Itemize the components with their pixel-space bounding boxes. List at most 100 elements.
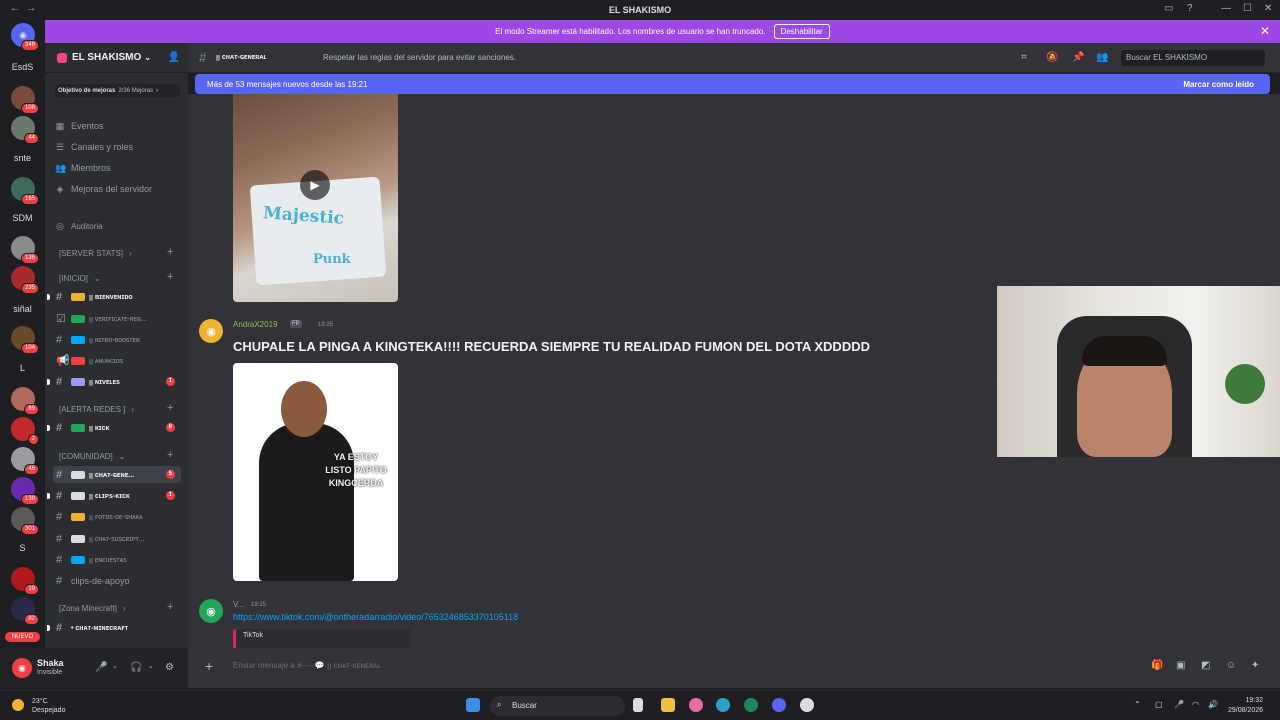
weather-widget[interactable]: 23°C Despejado: [12, 697, 65, 715]
chevron-down-icon[interactable]: ⌄: [112, 662, 118, 670]
guild-icon[interactable]: 235: [11, 266, 39, 294]
avatar[interactable]: ◉: [199, 319, 223, 343]
microphone-icon[interactable]: 🎤: [95, 662, 107, 673]
server-header[interactable]: EL SHAKISMO ⌄ 👤: [45, 43, 188, 73]
threads-icon[interactable]: ⌗: [1021, 52, 1027, 63]
new-messages-bar[interactable]: Más de 53 mensajes nuevos desde las 19:2…: [195, 74, 1270, 94]
add-channel-icon[interactable]: +: [167, 601, 173, 613]
category-inicio[interactable]: [INICIO] ⌄: [59, 274, 101, 283]
edge-icon[interactable]: [716, 698, 730, 712]
guild-icon[interactable]: 136: [11, 236, 39, 264]
guild-icon[interactable]: 108: [11, 86, 39, 114]
guild-s[interactable]: S: [0, 543, 45, 553]
close-icon[interactable]: ✕: [1260, 24, 1270, 38]
new-badge[interactable]: NUEVO: [5, 632, 40, 642]
guild-icon[interactable]: 301: [11, 507, 39, 535]
avatar[interactable]: ◉: [199, 599, 223, 623]
search-input[interactable]: Buscar EL SHAKISMO: [1121, 50, 1265, 66]
guild-icon[interactable]: 138: [11, 477, 39, 505]
channel-nitro-booster[interactable]: # ꞁꞁ ɴɪᴛʀᴏ-ʙᴏᴏsᴛᴇʀ: [53, 331, 181, 348]
guild-icon[interactable]: 2: [11, 417, 39, 445]
add-channel-icon[interactable]: +: [167, 402, 173, 414]
add-user-icon[interactable]: 👤: [168, 52, 180, 63]
mark-as-read-button[interactable]: Marcar como leído: [1183, 80, 1254, 89]
audit-item[interactable]: ◎ Auditoria: [55, 218, 103, 234]
network-icon[interactable]: ◠: [1192, 700, 1199, 709]
message-author[interactable]: AndraX2019: [233, 320, 277, 329]
guild-esds[interactable]: EsdS: [0, 62, 45, 72]
channel-clips-de-apoyo[interactable]: # clips-de-apoyo: [53, 572, 181, 589]
discord-home-icon[interactable]: ◉ 348: [11, 23, 39, 51]
channel-fotos-de-shaka[interactable]: # ꞁꞁ ꜰᴏᴛᴏs-ᴅᴇ-sʜᴀᴋᴀ: [53, 508, 181, 525]
microphone-icon[interactable]: 🎤: [1174, 700, 1184, 709]
channel-chat-minecraft[interactable]: # • ᴄʜᴀᴛ-ᴍɪɴᴇᴄʀᴀꜰᴛ: [47, 619, 181, 636]
chevron-down-icon[interactable]: ⌄: [148, 662, 154, 670]
message-author[interactable]: V...: [233, 600, 244, 609]
clock[interactable]: 19:32 29/08/2026: [1228, 696, 1263, 716]
video-attachment[interactable]: Majestic Punk ▶: [233, 94, 398, 302]
guild-icon[interactable]: 104: [11, 326, 39, 354]
category-alerta-redes[interactable]: [ALERTA REDES ] ›: [59, 405, 134, 414]
link-embed[interactable]: TikTok: [233, 629, 411, 648]
taskbar-search[interactable]: ⌕ Buscar: [490, 696, 625, 716]
file-explorer-icon[interactable]: [661, 698, 675, 712]
channel-clips-kick[interactable]: # ꞁꞁ ᴄʟɪᴘs-ᴋɪᴄᴋ 1: [47, 487, 181, 504]
app-icon[interactable]: [744, 698, 758, 712]
category-comunidad[interactable]: [COMUNIDAD] ⌄: [59, 452, 125, 461]
channel-kick[interactable]: # ꞁꞁ ᴋɪᴄᴋ 6: [47, 419, 181, 436]
message-input[interactable]: Enviar mensaje a #-----💬 ꞁꞁ ᴄʜᴀᴛ-ɢᴇɴᴇʀᴀʟ: [233, 661, 381, 670]
sticker-icon[interactable]: ◩: [1201, 660, 1210, 671]
gif-icon[interactable]: ▣: [1176, 660, 1185, 671]
inbox-icon[interactable]: ▭: [1164, 3, 1173, 14]
guild-snte[interactable]: snte: [0, 153, 45, 163]
headphones-icon[interactable]: 🎧: [130, 662, 142, 673]
channels-roles-item[interactable]: ☰ Canales y roles: [55, 139, 133, 155]
channel-verificate[interactable]: ☑ ꞁꞁ ᴠᴇʀɪꜰɪᴄᴀᴛᴇ-ʀᴇɢ...: [53, 310, 181, 327]
message-link[interactable]: https://www.tiktok.com/@ontheradarradio/…: [233, 612, 518, 622]
discord-icon[interactable]: [772, 698, 786, 712]
minimize-icon[interactable]: —: [1221, 3, 1231, 14]
help-icon[interactable]: ?: [1187, 3, 1193, 14]
channel-chat-general[interactable]: # ꞁꞁ ᴄʜᴀᴛ-ɢᴇɴᴇ... 5: [53, 466, 181, 483]
apps-icon[interactable]: ✦: [1251, 660, 1259, 671]
guild-icon[interactable]: 46: [11, 447, 39, 475]
notifications-off-icon[interactable]: 🔕: [1046, 52, 1058, 63]
guild-sinal[interactable]: siñal: [0, 304, 45, 314]
volume-icon[interactable]: 🔊: [1208, 700, 1218, 709]
start-icon[interactable]: [466, 698, 480, 712]
channel-encuestas[interactable]: # ꞁꞁ ᴇɴᴄᴜᴇsᴛᴀs: [53, 551, 181, 568]
copilot-icon[interactable]: [689, 698, 703, 712]
add-attachment-icon[interactable]: +: [205, 658, 213, 674]
gear-icon[interactable]: ⚙: [165, 662, 174, 673]
channel-niveles[interactable]: # ꞁꞁ ɴɪᴠᴇʟᴇs 1: [47, 373, 181, 390]
guild-icon[interactable]: 82: [11, 597, 39, 625]
guild-sdm[interactable]: SDM: [0, 213, 45, 223]
guild-l[interactable]: L: [0, 363, 45, 373]
guild-icon[interactable]: 44: [11, 116, 39, 144]
members-item[interactable]: 👥 Miembros: [55, 160, 111, 176]
avatar[interactable]: ◉: [12, 658, 32, 678]
maximize-icon[interactable]: ☐: [1243, 3, 1252, 14]
member-list-icon[interactable]: 👥: [1096, 52, 1108, 63]
task-view-icon[interactable]: [633, 698, 643, 712]
add-channel-icon[interactable]: +: [167, 246, 173, 258]
gift-icon[interactable]: 🎁: [1151, 660, 1163, 671]
channel-topic[interactable]: Respetar las reglas del servidor para ev…: [323, 53, 516, 62]
pin-icon[interactable]: 📌: [1072, 52, 1084, 63]
emoji-icon[interactable]: ☺: [1226, 660, 1236, 671]
category-server-stats[interactable]: [SERVER STATS] ›: [59, 249, 132, 258]
server-boost-item[interactable]: ◈ Mejoras del servidor: [55, 181, 153, 197]
channel-bienvenido[interactable]: # ꞁꞁ ʙɪᴇɴᴠᴇɴɪᴅᴏ: [47, 288, 181, 305]
boost-goal[interactable]: Objetivo de mejoras 2/36 Mejoras ›: [55, 84, 180, 97]
play-icon[interactable]: ▶: [300, 170, 330, 200]
events-item[interactable]: ▦ Eventos: [55, 118, 104, 134]
channel-chat-suscriptores[interactable]: # ꞁꞁ ᴄʜᴀᴛ-sᴜsᴄʀɪᴘᴛ...: [53, 530, 181, 547]
guild-icon[interactable]: 165: [11, 177, 39, 205]
add-channel-icon[interactable]: +: [167, 449, 173, 461]
tray-icon[interactable]: ▢: [1155, 700, 1163, 709]
category-zona-minecraft[interactable]: [Zona Minecraft] ›: [59, 604, 125, 613]
channel-anuncios[interactable]: 📢 ꞁꞁ ᴀɴᴜɴᴄɪᴏs: [53, 352, 181, 369]
guild-icon[interactable]: 19: [11, 567, 39, 595]
disable-button[interactable]: Deshabilitar: [773, 24, 830, 39]
guild-icon[interactable]: 89: [11, 387, 39, 415]
